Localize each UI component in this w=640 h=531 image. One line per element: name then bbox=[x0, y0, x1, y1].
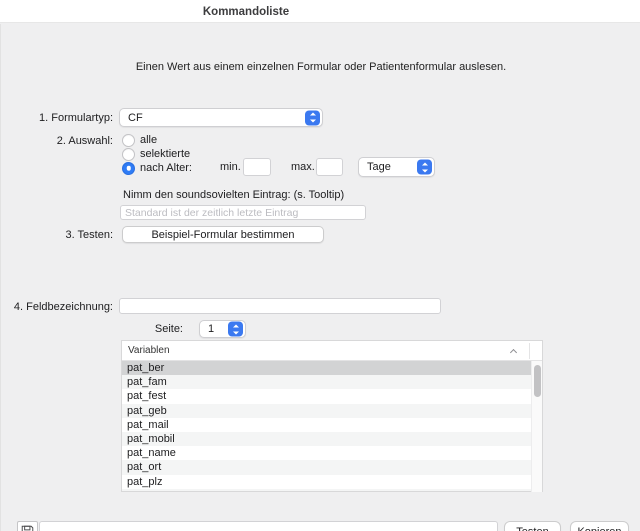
radio-icon[interactable] bbox=[122, 134, 135, 147]
select-stepper-icon bbox=[228, 322, 243, 337]
variables-table-header[interactable]: Variablen bbox=[122, 341, 542, 361]
table-row[interactable]: pat_ber bbox=[122, 361, 542, 375]
window-titlebar: Kommandoliste bbox=[0, 0, 640, 23]
table-row[interactable]: pat_plz bbox=[122, 475, 542, 489]
variables-table: Variablen pat_berpat_fampat_festpat_gebp… bbox=[121, 340, 543, 492]
floppy-disk-icon bbox=[21, 525, 34, 531]
table-row[interactable]: pat_fest bbox=[122, 389, 542, 403]
variables-column-header: Variablen bbox=[128, 345, 170, 356]
formulartyp-select[interactable]: CF bbox=[119, 108, 323, 127]
table-row[interactable]: pat_name bbox=[122, 446, 542, 460]
eintrag-input[interactable] bbox=[120, 205, 366, 220]
command-input[interactable] bbox=[39, 521, 498, 531]
formulartyp-label: 1. Formulartyp: bbox=[39, 112, 113, 124]
auswahl-label: 2. Auswahl: bbox=[57, 135, 113, 147]
scrollbar-thumb[interactable] bbox=[534, 365, 541, 397]
table-scrollbar[interactable] bbox=[531, 361, 542, 492]
select-stepper-icon bbox=[417, 160, 432, 175]
radio-option-selektierte[interactable]: selektierte bbox=[122, 147, 190, 161]
table-row[interactable]: pat_ort bbox=[122, 460, 542, 474]
feldbezeichnung-label: 4. Feldbezeichnung: bbox=[14, 301, 113, 313]
min-label: min. bbox=[220, 161, 241, 173]
max-input[interactable] bbox=[316, 158, 343, 176]
sort-chevron-up-icon bbox=[510, 349, 517, 356]
min-input[interactable] bbox=[243, 158, 271, 176]
save-button[interactable] bbox=[17, 521, 38, 531]
feldbezeichnung-input[interactable] bbox=[119, 298, 441, 314]
kommandoliste-window: Kommandoliste Einen Wert aus einem einze… bbox=[0, 0, 640, 531]
table-row[interactable]: pat_geb bbox=[122, 404, 542, 418]
radio-option-alle[interactable]: alle bbox=[122, 133, 157, 147]
table-row[interactable]: pat_fam bbox=[122, 375, 542, 389]
beispiel-formular-button[interactable]: Beispiel-Formular bestimmen bbox=[122, 226, 324, 243]
radio-label: nach Alter: bbox=[140, 162, 192, 174]
radio-icon[interactable] bbox=[122, 148, 135, 161]
table-row[interactable]: pat_mobil bbox=[122, 432, 542, 446]
header-divider bbox=[529, 343, 530, 359]
formulartyp-selected-value: CF bbox=[128, 112, 143, 124]
seite-select[interactable]: 1 bbox=[199, 320, 246, 338]
footer-kopieren-button[interactable]: Kopieren bbox=[570, 521, 629, 531]
seite-selected-value: 1 bbox=[208, 323, 214, 335]
eintrag-label: Nimm den soundsovielten Eintrag: (s. Too… bbox=[123, 189, 344, 201]
window-title: Kommandoliste bbox=[203, 6, 289, 18]
radio-label: alle bbox=[140, 134, 157, 146]
unit-selected-value: Tage bbox=[367, 161, 391, 173]
unit-select[interactable]: Tage bbox=[358, 157, 435, 177]
variables-list: pat_berpat_fampat_festpat_gebpat_mailpat… bbox=[122, 361, 542, 491]
max-label: max. bbox=[291, 161, 315, 173]
radio-option-nach-alter[interactable]: nach Alter: bbox=[122, 161, 192, 175]
testen-label: 3. Testen: bbox=[66, 229, 114, 241]
radio-label: selektierte bbox=[140, 148, 190, 160]
table-row[interactable]: pat_str bbox=[122, 489, 542, 491]
select-stepper-icon bbox=[305, 110, 320, 125]
footer-testen-button[interactable]: Testen bbox=[504, 521, 561, 531]
table-row[interactable]: pat_mail bbox=[122, 418, 542, 432]
intro-text: Einen Wert aus einem einzelnen Formular … bbox=[1, 61, 640, 73]
radio-icon[interactable] bbox=[122, 162, 135, 175]
seite-label: Seite: bbox=[155, 323, 183, 335]
dialog-content: Einen Wert aus einem einzelnen Formular … bbox=[0, 24, 640, 531]
